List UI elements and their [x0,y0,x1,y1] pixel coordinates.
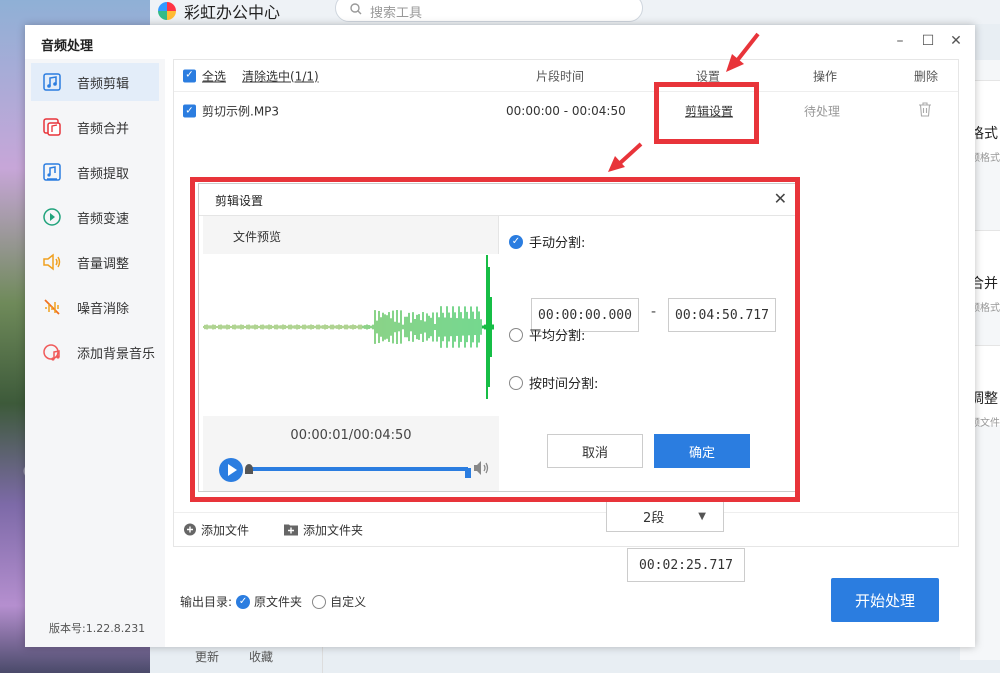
average-split-option[interactable]: 平均分割: [509,325,585,344]
add-file-label: 添加文件 [201,523,250,537]
table-row[interactable]: ✓ 剪切示例.MP3 00:00:00 - 00:04:50 剪辑设置 待处理 [174,93,958,129]
background-footer: 更新 收藏 [195,648,273,665]
minimize-button[interactable]: – [893,33,907,49]
search-placeholder: 搜索工具 [370,5,423,21]
segment-time: 00:00:00 - 00:04:50 [506,104,626,118]
dialog-title: 剪辑设置 [215,194,264,208]
radio-source-folder[interactable]: ✓ [236,594,251,609]
sidebar-item-noise-cancel[interactable]: 噪音消除 [31,288,159,326]
sidebar-item-bg-music[interactable]: 添加背景音乐 [31,333,159,371]
audio-merge-icon [41,116,63,138]
search-input[interactable]: 搜索工具 [335,0,643,22]
sidebar-item-label: 音频剪辑 [77,76,130,92]
sidebar-item-audio-speed[interactable]: 音频变速 [31,198,159,236]
playback-time: 00:00:01/00:04:50 [290,428,412,443]
start-handle[interactable] [245,464,253,474]
chevron-down-icon: ▼ [698,510,706,522]
sidebar-item-label: 音频合并 [77,121,130,137]
annotation-arrow-icon [608,142,643,172]
add-folder-label: 添加文件夹 [303,523,364,537]
maximize-button[interactable]: ☐ [921,33,935,49]
output-directory: 输出目录: ✓ 原文件夹 自定义 [180,593,366,610]
manual-end-field[interactable]: 00:04:50.717 [668,298,776,332]
clip-settings-dialog: 剪辑设置 ✕ 文件预览 00:00:01/00:04:50 ✓ 手动分割: 00… [198,183,796,582]
confirm-button[interactable]: 确定 [654,434,750,468]
status-label: 待处理 [804,104,841,119]
start-processing-button[interactable]: 开始处理 [831,578,939,622]
clip-settings-link[interactable]: 剪辑设置 [685,103,733,120]
table-footer: 添加文件 添加文件夹 [174,512,958,546]
window-controls: – ☐ ✕ [893,33,963,49]
sidebar-item-label: 噪音消除 [77,301,130,317]
radio-custom[interactable] [312,594,327,609]
segments-value: 2段 [643,510,665,526]
sidebar-item-audio-clip[interactable]: 音频剪辑 [31,63,159,101]
split-options: ✓ 手动分割: 00:00:00.000 - 00:04:50.717 平均分割… [509,216,795,582]
annotation-arrow-icon [726,32,760,72]
window-title: 音频处理 [41,39,94,54]
play-icon[interactable] [219,458,243,482]
audio-clip-icon [41,71,63,93]
audio-extract-icon [41,161,63,183]
sidebar-item-volume[interactable]: 音量调整 [31,243,159,281]
sidebar-item-label: 音频变速 [77,211,130,227]
sidebar-item-audio-merge[interactable]: 音频合并 [31,108,159,146]
time-split-label: 按时间分割: [529,377,599,392]
time-split-field[interactable]: 00:02:25.717 [627,548,745,582]
search-icon [350,3,362,19]
radio-manual-split[interactable]: ✓ [509,234,523,249]
manual-split-option[interactable]: ✓ 手动分割: [509,232,585,251]
cancel-button[interactable]: 取消 [547,434,643,468]
end-handle[interactable] [465,468,471,478]
manual-split-label: 手动分割: [529,236,586,251]
range-dash: - [651,304,657,320]
output-label: 输出目录: [180,595,233,609]
delete-icon[interactable] [918,102,932,120]
custom-label: 自定义 [330,595,367,609]
dialog-close-icon[interactable]: ✕ [774,189,787,208]
audio-player: 00:00:01/00:04:50 [203,416,499,491]
source-folder-label: 原文件夹 [254,595,303,609]
column-header-action: 操作 [813,69,838,83]
add-file-button[interactable]: 添加文件 [184,521,249,538]
time-split-option[interactable]: 按时间分割: [509,373,598,392]
sidebar-item-label: 音频提取 [77,166,130,182]
column-header-time: 片段时间 [536,69,585,83]
sidebar: 音频剪辑 音频合并 音频提取 音频变速 音量调整 噪音消除 添加背景音乐 版本号… [25,59,165,647]
row-checkbox[interactable]: ✓ [183,104,196,118]
folder-plus-icon [284,524,298,536]
waveform [202,254,499,416]
volume-icon[interactable] [473,460,491,480]
add-folder-button[interactable]: 添加文件夹 [284,521,363,538]
file-preview-panel: 文件预览 00:00:01/00:04:50 [202,216,499,491]
update-link[interactable]: 更新 [195,648,219,665]
select-all-link[interactable]: 全选 [202,67,226,84]
sidebar-item-label: 音量调整 [77,256,130,272]
segments-select[interactable]: 2段 ▼ [606,500,724,532]
select-all-checkbox[interactable]: ✓ [183,69,196,82]
volume-icon [41,251,63,273]
sidebar-item-label: 添加背景音乐 [77,346,156,362]
audio-speed-icon [41,206,63,228]
clear-selected-link[interactable]: 清除选中(1/1) [242,67,319,84]
progress-track[interactable] [248,467,468,471]
radio-time-split[interactable] [509,375,523,390]
preview-label: 文件预览 [203,216,498,254]
noise-cancel-icon [41,296,63,318]
bg-music-icon [41,341,63,363]
column-header-settings: 设置 [696,69,721,83]
sidebar-item-audio-extract[interactable]: 音频提取 [31,153,159,191]
favorite-link[interactable]: 收藏 [249,648,273,665]
version-label: 版本号:1.22.8.231 [49,622,146,635]
table-header: ✓ 全选 清除选中(1/1) 片段时间 设置 操作 删除 [174,60,958,92]
rainbow-logo-icon [158,2,176,20]
plus-circle-icon [184,523,196,536]
column-header-delete: 删除 [914,69,939,83]
app-title: 彩虹办公中心 [184,3,281,22]
app-logo: 彩虹办公中心 [158,0,280,22]
average-split-label: 平均分割: [529,329,586,344]
radio-average-split[interactable] [509,327,523,342]
close-button[interactable]: ✕ [949,33,963,49]
file-name: 剪切示例.MP3 [202,104,280,119]
